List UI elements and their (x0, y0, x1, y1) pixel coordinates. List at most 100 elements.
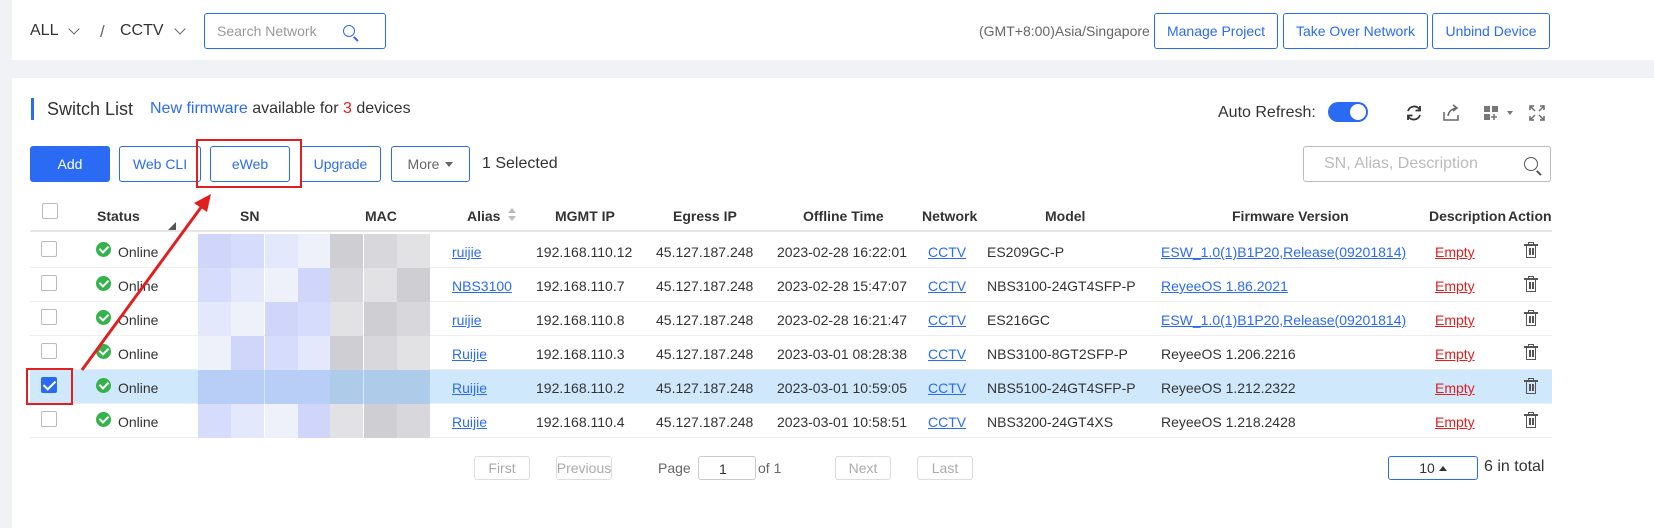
column-header-alias[interactable]: Alias (467, 208, 500, 224)
network-link[interactable]: CCTV (928, 278, 966, 294)
web-cli-button[interactable]: Web CLI (119, 146, 201, 182)
alias-link[interactable]: Ruijie (452, 414, 487, 430)
alias-link[interactable]: ruijie (452, 244, 482, 260)
description-empty-link[interactable]: Empty (1435, 380, 1475, 396)
alias-link[interactable]: Ruijie (452, 346, 487, 362)
table-row[interactable]: Online ruijie 192.168.110.12 45.127.187.248… (30, 234, 1552, 268)
table-search-input[interactable]: SN, Alias, Description (1303, 146, 1551, 182)
offline-time: 2023-02-28 16:21:47 (777, 312, 907, 328)
trash-can (1526, 314, 1536, 326)
select-all-checkbox[interactable] (42, 203, 58, 219)
row-checkbox[interactable] (41, 275, 57, 291)
column-header-network[interactable]: Network (922, 208, 977, 224)
auto-refresh-toggle[interactable] (1328, 102, 1368, 122)
last-page-button[interactable]: Last (917, 456, 973, 480)
network-link[interactable]: CCTV (928, 380, 966, 396)
description-empty-link[interactable]: Empty (1435, 414, 1475, 430)
fullscreen-icon[interactable] (1526, 102, 1548, 124)
trash-icon[interactable] (1524, 276, 1538, 292)
egress-ip: 45.127.187.248 (656, 380, 754, 396)
network-link[interactable]: CCTV (928, 346, 966, 362)
trash-icon[interactable] (1524, 378, 1538, 394)
column-header-status[interactable]: Status (97, 208, 140, 224)
page-number-input[interactable]: 1 (698, 456, 756, 480)
chevron-down-icon (173, 22, 186, 35)
network-link[interactable]: CCTV (928, 414, 966, 430)
unbind-device-button[interactable]: Unbind Device (1432, 13, 1550, 49)
table-row[interactable]: Online NBS3100 192.168.110.7 45.127.187.248… (30, 268, 1552, 302)
redacted-sn-block (298, 268, 331, 302)
trash-icon[interactable] (1524, 344, 1538, 360)
firmware-version[interactable]: ESW_1.0(1)B1P20,Release(09201814) (1161, 312, 1406, 328)
export-icon[interactable] (1440, 102, 1462, 124)
table-row[interactable]: Online ruijie 192.168.110.8 45.127.187.248 2… (30, 302, 1552, 336)
offline-time: 2023-03-01 10:58:51 (777, 414, 907, 430)
column-header-mgmt-ip[interactable]: MGMT IP (555, 208, 615, 224)
page-size-select[interactable]: 10 (1388, 456, 1478, 480)
search-icon[interactable] (343, 25, 355, 37)
redacted-sn-block (265, 404, 298, 438)
online-status-icon (96, 412, 111, 427)
network-link[interactable]: CCTV (928, 244, 966, 260)
status-text: Online (118, 380, 159, 396)
description-empty-link[interactable]: Empty (1435, 244, 1475, 260)
description-empty-link[interactable]: Empty (1435, 312, 1475, 328)
new-firmware-link[interactable]: New firmware (150, 100, 248, 117)
redacted-mac-block (330, 336, 363, 370)
trash-icon[interactable] (1524, 310, 1538, 326)
redacted-sn-block (231, 302, 264, 336)
alias-link[interactable]: ruijie (452, 312, 482, 328)
column-header-egress-ip[interactable]: Egress IP (673, 208, 737, 224)
search-network-placeholder: Search Network (217, 23, 317, 39)
caret-up-icon (1438, 465, 1447, 471)
column-header-mac[interactable]: MAC (365, 208, 397, 224)
trash-icon[interactable] (1524, 412, 1538, 428)
alias-link[interactable]: NBS3100 (452, 278, 512, 294)
description-empty-link[interactable]: Empty (1435, 278, 1475, 294)
firmware-version[interactable]: ReyeeOS 1.86.2021 (1161, 278, 1288, 294)
trash-can (1526, 348, 1536, 360)
egress-ip: 45.127.187.248 (656, 414, 754, 430)
column-header-action[interactable]: Action (1508, 208, 1552, 224)
search-network-input[interactable]: Search Network (204, 13, 386, 49)
row-checkbox[interactable] (41, 343, 57, 359)
previous-page-button[interactable]: Previous (556, 456, 612, 480)
row-checkbox[interactable] (41, 309, 57, 325)
column-header-description[interactable]: Description (1429, 208, 1506, 224)
trash-icon[interactable] (1524, 242, 1538, 258)
scope-selector[interactable]: ALL (30, 22, 81, 40)
network-link[interactable]: CCTV (928, 312, 966, 328)
firmware-version[interactable]: ESW_1.0(1)B1P20,Release(09201814) (1161, 244, 1406, 260)
refresh-icon[interactable] (1403, 102, 1425, 124)
manage-project-button[interactable]: Manage Project (1154, 13, 1278, 49)
auto-refresh-label: Auto Refresh: (1218, 104, 1316, 121)
description-empty-link[interactable]: Empty (1435, 346, 1475, 362)
table-row[interactable]: Online Ruijie 192.168.110.4 45.127.187.248 2… (30, 404, 1552, 438)
first-page-button[interactable]: First (474, 456, 530, 480)
column-header-offline-time[interactable]: Offline Time (803, 208, 884, 224)
redacted-sn-block (231, 336, 264, 370)
redacted-sn-block (298, 302, 331, 336)
caret-down-icon (445, 161, 454, 167)
online-status-icon (96, 276, 111, 291)
search-icon[interactable] (1524, 157, 1538, 171)
row-checkbox[interactable] (41, 241, 57, 257)
take-over-network-button[interactable]: Take Over Network (1283, 13, 1428, 49)
column-header-firmware-version[interactable]: Firmware Version (1232, 208, 1349, 224)
upgrade-button[interactable]: Upgrade (300, 146, 381, 182)
row-checkbox[interactable] (41, 411, 57, 427)
column-header-model[interactable]: Model (1045, 208, 1085, 224)
column-resize-handle-icon[interactable] (168, 222, 176, 230)
project-selector[interactable]: CCTV (120, 22, 186, 40)
table-row[interactable]: Online Ruijie 192.168.110.3 45.127.187.248 2… (30, 336, 1552, 370)
add-button[interactable]: Add (30, 146, 110, 182)
alias-link[interactable]: Ruijie (452, 380, 487, 396)
table-row[interactable]: Online Ruijie 192.168.110.2 45.127.187.248 2… (30, 370, 1552, 404)
status-text: Online (118, 346, 159, 362)
next-page-button[interactable]: Next (835, 456, 891, 480)
column-settings-icon[interactable] (1480, 102, 1516, 124)
redacted-sn-block (298, 234, 331, 268)
column-header-sn[interactable]: SN (240, 208, 259, 224)
more-dropdown[interactable]: More (391, 146, 470, 182)
trash-can (1526, 246, 1536, 258)
